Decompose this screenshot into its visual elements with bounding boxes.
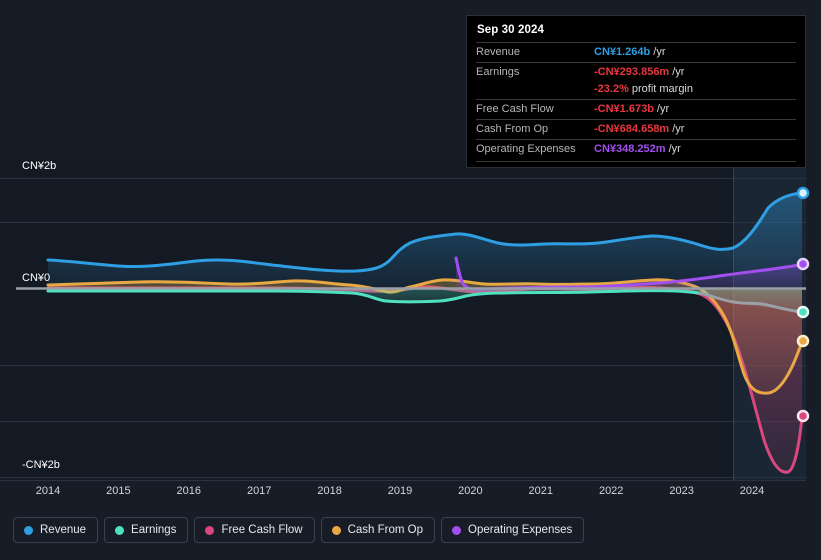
financial-chart: CN¥2b CN¥0 -CN¥2b 2014 2015 2016 2017 2018 20… — [0, 0, 821, 560]
x-axis-tick-2024: 2024 — [739, 485, 765, 497]
tooltip-row-label: Revenue — [476, 46, 521, 58]
tooltip-row-value: -23.2% profit margin — [594, 83, 693, 95]
x-axis-tick-2015: 2015 — [106, 485, 131, 497]
legend-item-earnings[interactable]: Earnings — [104, 517, 189, 543]
x-axis-tick-2019: 2019 — [387, 485, 413, 497]
tooltip-row-suffix: profit margin — [631, 83, 693, 95]
tooltip-row: -23.2% profit margin — [476, 82, 796, 99]
x-axis-tick-2018: 2018 — [317, 485, 342, 497]
tooltip-row-suffix: /yr — [672, 66, 685, 78]
tooltip-date: Sep 30 2024 — [477, 24, 544, 36]
y-axis-label-zero: CN¥0 — [22, 272, 51, 284]
tooltip-row-value: CN¥348.252m/yr — [594, 143, 681, 155]
x-axis-tick-2014: 2014 — [35, 485, 61, 497]
legend-item-operating-expenses[interactable]: Operating Expenses — [441, 517, 585, 543]
tooltip-bottom-rule — [476, 161, 796, 162]
legend-item-revenue[interactable]: Revenue — [13, 517, 99, 543]
tooltip-row: Operating Expenses CN¥348.252m/yr — [476, 139, 796, 159]
tooltip-row-suffix: /yr — [668, 143, 681, 155]
x-axis-tick-2021: 2021 — [528, 485, 554, 497]
tooltip-row-value: CN¥1.264b/yr — [594, 46, 666, 58]
x-axis-tick-2017: 2017 — [246, 485, 272, 497]
tooltip-row-label: Earnings — [476, 66, 520, 78]
plot-background — [0, 160, 806, 480]
y-axis-label-bottom: -CN¥2b — [22, 459, 60, 471]
tooltip-row-suffix: /yr — [653, 46, 666, 58]
endpoint-operating-expenses — [796, 257, 810, 271]
legend-dot-icon — [452, 525, 462, 535]
x-axis-tick-2016: 2016 — [176, 485, 202, 497]
legend-dot-icon — [331, 525, 341, 535]
y-axis-label-top: CN¥2b — [22, 160, 57, 172]
x-axis-tick-2020: 2020 — [458, 485, 483, 497]
data-tooltip: Sep 30 2024 Revenue CN¥1.264b/yr Earnings -… — [466, 15, 806, 168]
legend-dot-icon — [205, 525, 215, 535]
endpoint-earnings — [796, 305, 810, 319]
tooltip-row: Free Cash Flow -CN¥1.673b/yr — [476, 99, 796, 119]
tooltip-row-value: -CN¥293.856m/yr — [594, 66, 685, 78]
endpoint-revenue — [796, 186, 810, 200]
legend-item-label: Operating Expenses — [468, 524, 573, 536]
endpoint-free-cash-flow — [796, 409, 810, 423]
tooltip-row-label: Free Cash Flow — [476, 103, 554, 115]
tooltip-row: Cash From Op -CN¥684.658m/yr — [476, 119, 796, 139]
legend-item-label: Free Cash Flow — [221, 524, 303, 536]
legend-item-label: Cash From Op — [347, 524, 424, 536]
x-axis-tick-2022: 2022 — [598, 485, 624, 497]
tooltip-row-value: -CN¥1.673b/yr — [594, 103, 670, 115]
legend-item-label: Earnings — [131, 524, 177, 536]
endpoint-cash-from-op — [796, 334, 810, 348]
chart-legend: Revenue Earnings Free Cash Flow Cash From O… — [13, 517, 585, 543]
legend-dot-icon — [115, 525, 125, 535]
tooltip-row-label: Cash From Op — [476, 123, 549, 135]
legend-dot-icon — [24, 525, 33, 535]
tooltip-row-label: Operating Expenses — [476, 143, 576, 155]
tooltip-row: Revenue CN¥1.264b/yr — [476, 42, 796, 62]
tooltip-row-suffix: /yr — [656, 103, 670, 115]
tooltip-row-suffix: /yr — [672, 123, 685, 135]
legend-item-label: Revenue — [40, 524, 87, 536]
tooltip-rows: Revenue CN¥1.264b/yr Earnings -CN¥293.856m /… — [476, 42, 796, 159]
tooltip-row: Earnings -CN¥293.856m/yr — [476, 62, 796, 82]
x-axis-tick-2023: 2023 — [669, 485, 694, 497]
tooltip-row-value: -CN¥684.658m/yr — [594, 123, 685, 135]
legend-item-cash-from-op[interactable]: Cash From Op — [320, 517, 436, 543]
legend-item-free-cash-flow[interactable]: Free Cash Flow — [194, 517, 315, 543]
